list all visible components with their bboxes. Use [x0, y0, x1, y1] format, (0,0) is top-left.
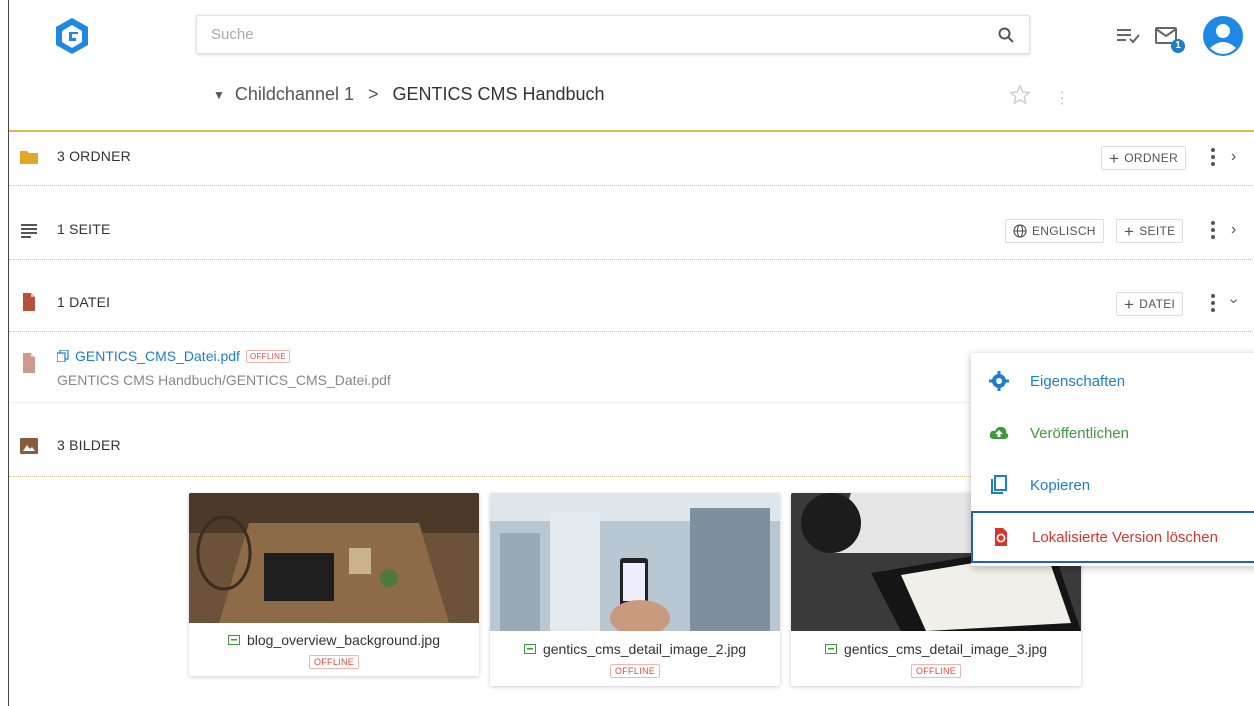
breadcrumb-parent[interactable]: Childchannel 1 [235, 84, 354, 105]
section-title: 3 ORDNER [57, 148, 131, 164]
gear-icon [989, 371, 1009, 391]
status-badge: OFFLINE [245, 349, 290, 363]
breadcrumb: ▼ Childchannel 1 > GENTICS CMS Handbuch [213, 84, 605, 105]
user-avatar-icon[interactable] [1203, 16, 1243, 56]
cloud-upload-icon [989, 426, 1009, 439]
image-name[interactable]: gentics_cms_detail_image_2.jpg [490, 641, 780, 657]
folder-icon [20, 151, 38, 164]
page-lines-icon [21, 224, 37, 238]
menu-item-copy[interactable]: Kopieren [971, 459, 1254, 511]
folders-more-icon[interactable] [1210, 145, 1216, 169]
image-name-label: gentics_cms_detail_image_3.jpg [843, 641, 1048, 657]
image-thumbnail[interactable] [189, 493, 479, 623]
add-page-button[interactable]: + SEITE [1116, 219, 1184, 243]
app-frame: Suche 1 ▼ Childchannel 1 > GENTICS CMS H… [8, 0, 1254, 706]
add-folder-button[interactable]: + ORDNER [1101, 146, 1187, 170]
section-files[interactable]: 1 DATEI [9, 278, 1254, 326]
delete-localized-icon [995, 528, 1007, 546]
file-name-link[interactable]: GENTICS_CMS_Datei.pdf OFFLINE [57, 348, 290, 364]
chevron-right-icon[interactable]: › [1231, 221, 1236, 239]
chevron-right-icon[interactable]: › [1231, 148, 1236, 166]
language-button[interactable]: ENGLISCH [1005, 219, 1104, 243]
copy-icon [57, 350, 69, 362]
image-card[interactable]: blog_overview_background.jpg OFFLINE [189, 493, 479, 676]
breadcrumb-separator: > [367, 84, 379, 104]
status-badge: OFFLINE [308, 655, 360, 669]
section-title: 1 DATEI [57, 294, 111, 310]
image-card[interactable]: gentics_cms_detail_image_2.jpg OFFLINE [490, 493, 780, 686]
breadcrumb-current: GENTICS CMS Handbuch [392, 84, 605, 104]
file-name-label[interactable]: GENTICS_CMS_Datei.pdf [75, 348, 240, 364]
divider [9, 259, 1254, 260]
add-file-label: DATEI [1139, 297, 1176, 311]
section-title: 1 SEITE [57, 221, 111, 237]
divider [9, 331, 1254, 332]
star-icon[interactable] [1009, 84, 1031, 106]
gentics-logo-icon[interactable] [52, 16, 92, 56]
search-placeholder[interactable]: Suche [211, 26, 997, 43]
section-title: 3 BILDER [57, 437, 121, 453]
file-icon [23, 293, 35, 311]
image-name[interactable]: blog_overview_background.jpg [189, 632, 479, 648]
chevron-down-icon[interactable]: › [1225, 298, 1243, 303]
pages-more-icon[interactable] [1210, 218, 1216, 242]
plus-icon: + [1124, 221, 1135, 241]
add-page-label: SEITE [1139, 224, 1176, 238]
image-file-icon [227, 635, 240, 645]
divider [9, 185, 1254, 186]
menu-item-label: Eigenschaften [1030, 372, 1126, 390]
add-folder-label: ORDNER [1124, 151, 1179, 165]
section-folders[interactable]: 3 ORDNER [9, 132, 1254, 180]
task-list-icon[interactable] [1117, 26, 1141, 46]
menu-item-label: Veröffentlichen [1030, 424, 1129, 442]
add-file-button[interactable]: + DATEI [1116, 292, 1184, 316]
menu-item-publish[interactable]: Veröffentlichen [971, 407, 1254, 459]
image-name[interactable]: gentics_cms_detail_image_3.jpg [791, 641, 1081, 657]
image-file-icon [824, 644, 837, 654]
image-thumbnail[interactable] [490, 493, 780, 631]
plus-icon: + [1124, 294, 1135, 314]
messages-badge: 1 [1171, 39, 1185, 53]
copy-icon [991, 475, 1007, 494]
image-name-label: gentics_cms_detail_image_2.jpg [542, 641, 747, 657]
language-label: ENGLISCH [1032, 224, 1096, 238]
context-menu: Eigenschaften Veröffentlichen Kopieren L… [971, 353, 1254, 566]
menu-item-properties[interactable]: Eigenschaften [971, 355, 1254, 407]
files-more-icon[interactable] [1210, 291, 1216, 315]
status-badge: OFFLINE [609, 664, 661, 678]
menu-item-delete-localized[interactable]: Lokalisierte Version löschen [971, 511, 1254, 563]
search-bar[interactable]: Suche [196, 15, 1030, 54]
file-path: GENTICS CMS Handbuch/GENTICS_CMS_Datei.p… [57, 372, 391, 388]
image-file-icon [523, 644, 536, 654]
image-icon [20, 438, 38, 454]
caret-down-icon[interactable]: ▼ [213, 88, 225, 102]
menu-item-label: Kopieren [1030, 476, 1091, 494]
globe-icon [1013, 224, 1027, 238]
menu-item-label: Lokalisierte Version löschen [1032, 528, 1218, 546]
search-icon[interactable] [997, 26, 1015, 44]
more-options-icon[interactable]: ⋮ [1054, 88, 1070, 108]
status-badge: OFFLINE [910, 664, 962, 678]
image-name-label: blog_overview_background.jpg [246, 632, 441, 648]
plus-icon: + [1109, 148, 1120, 168]
file-icon [23, 353, 35, 373]
